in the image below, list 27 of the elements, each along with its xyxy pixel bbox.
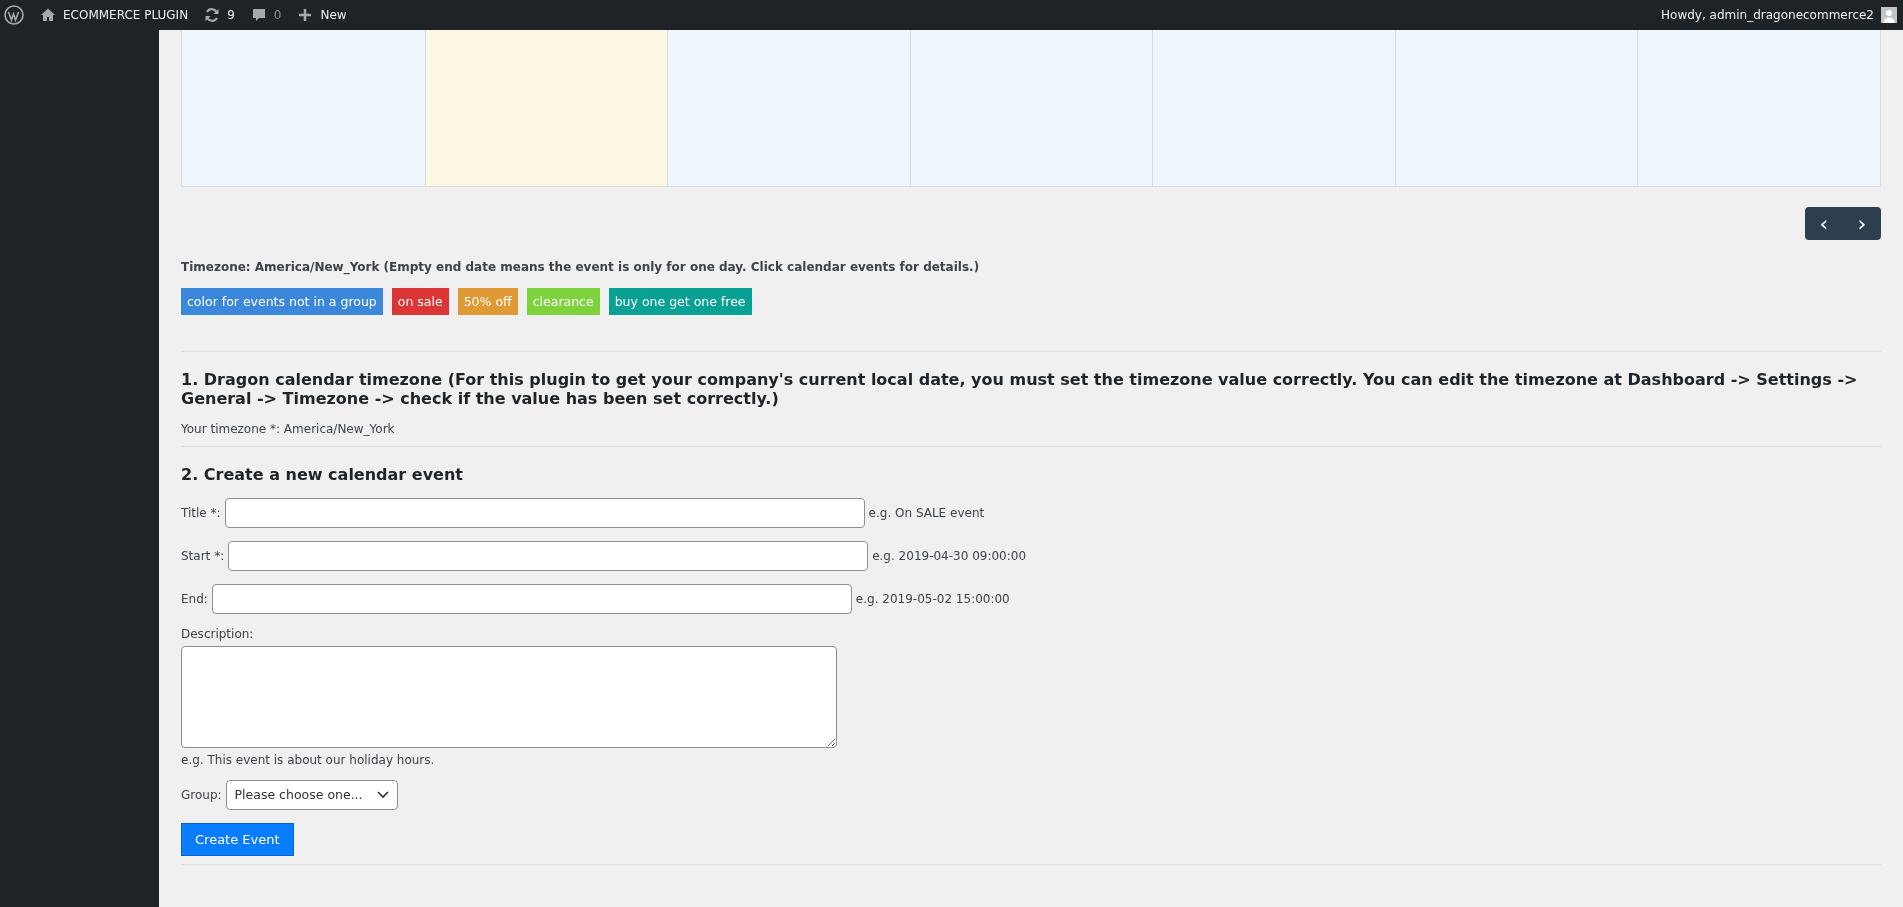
legend-tag: buy one get one free <box>608 288 752 315</box>
field-label: End: <box>181 591 208 606</box>
legend-tag: clearance <box>526 288 600 315</box>
field-hint: e.g. This event is about our holiday hours. <box>181 752 436 767</box>
field-hint: e.g. 2019-04-30 09:00:00 <box>872 548 1027 563</box>
new-link[interactable]: New <box>320 8 347 22</box>
field-label: Start *: <box>181 548 225 563</box>
legend-tag: 50% off <box>457 288 518 315</box>
site-name-link[interactable]: ECOMMERCE PLUGIN <box>63 8 189 22</box>
comments-count[interactable]: 0 <box>273 8 282 22</box>
section-heading: 1. Dragon calendar timezone (For this plugin to get your company's current local date, you must set the timezone value correctly. You can edit the timezone at Dashboard -> Settings -> General -> Timezone -> check if the value has been set correctly.) <box>181 370 1859 409</box>
field-label: Description: <box>181 626 255 641</box>
field-hint: e.g. On SALE event <box>868 505 985 520</box>
field-hint: e.g. 2019-05-02 15:00:00 <box>855 591 1010 606</box>
next-button[interactable]: › <box>1843 207 1881 240</box>
section-heading: 2. Create a new calendar event <box>181 465 464 485</box>
legend-tag: color for events not in a group <box>181 288 383 315</box>
group-select[interactable]: Please choose one... <box>225 779 398 810</box>
field-label: Title *: <box>181 505 221 520</box>
timezone-value: Your timezone *: America/New_York <box>181 422 396 437</box>
timezone-note: Timezone: America/New_York (Empty end date means the event is only for one day. Click calendar events for details.) <box>181 260 981 274</box>
field-label: Group: <box>181 787 222 802</box>
previous-button[interactable]: ‹ <box>1805 207 1843 240</box>
updates-count[interactable]: 9 <box>227 8 235 22</box>
greeting-link[interactable]: Howdy, admin_dragonecommerce2 <box>1661 8 1874 22</box>
create-event-button[interactable]: Create Event <box>181 822 294 856</box>
legend-tag: on sale <box>391 288 449 315</box>
